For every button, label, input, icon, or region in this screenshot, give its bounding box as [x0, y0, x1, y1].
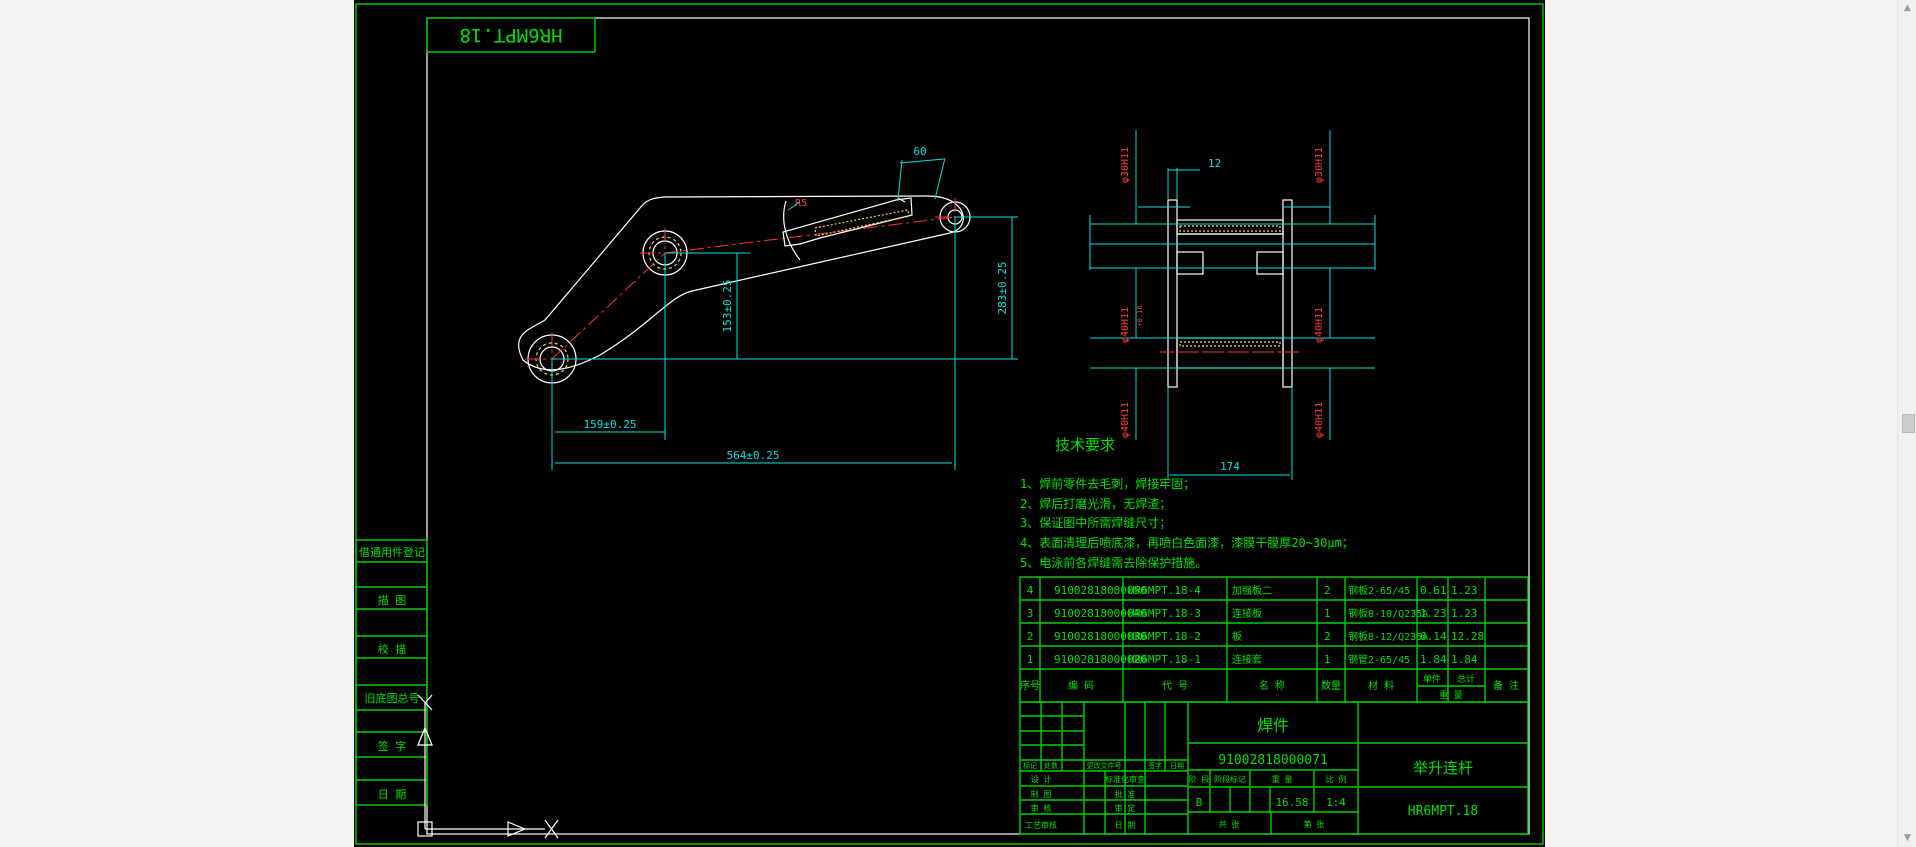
dim-width-inner: 159±0.25 [584, 418, 637, 431]
bom-row-1-total: 1.84 [1451, 653, 1478, 666]
dim-bore-top-right: φ30H11 [1314, 147, 1325, 183]
bom-header-seq: 序号 [1020, 679, 1040, 692]
bom-row-2-drawing: HR6MPT.18-2 [1128, 630, 1201, 643]
bom-header-note: 备 注 [1493, 679, 1519, 692]
scroll-down-arrow-icon[interactable]: ▼ [1898, 830, 1916, 847]
bom-row-4-seq: 4 [1027, 584, 1034, 597]
title-drawing-no: HR6MPT.18 [1408, 804, 1478, 819]
bom-header-name: 名 称 [1259, 679, 1285, 692]
bom-row-2-seq: 2 [1027, 630, 1034, 643]
side-label-1: 描 图 [378, 593, 407, 607]
bom-header-weight: 重 量 [1439, 689, 1462, 701]
bom-row-3-total: 1.23 [1451, 607, 1478, 620]
dim-width-outer: 564±0.25 [727, 449, 780, 462]
dim-section-bottom: 174 [1220, 460, 1240, 473]
dim-bore-mid-left: φ40H11 [1120, 307, 1131, 343]
bom-row-3-unit: 1.23 [1420, 607, 1447, 620]
title-part-name: 举升连杆 [1413, 759, 1473, 777]
meta-header-1: 阶段标记 [1214, 774, 1246, 784]
side-label-0: 借通用件登记 [359, 545, 425, 559]
meta-header-0: 阶 段 [1189, 774, 1210, 784]
bom-row-4-total: 1.23 [1451, 584, 1478, 597]
sheet-label-1: 第 张 [1304, 819, 1325, 829]
rev-label-3: 签字 [1148, 761, 1162, 770]
bom-row-3-qty: 1 [1324, 607, 1331, 620]
requirements-title: 技术要求 [1055, 436, 1115, 454]
vertical-scrollbar[interactable]: ▲ ▼ [1897, 0, 1916, 847]
meta-header-2: 重 量 [1272, 774, 1293, 784]
bom-row-1-qty: 1 [1324, 653, 1331, 666]
mirrored-stamp-text: HR6MPT.18 [460, 24, 563, 46]
bom-row-4-material: 钢板2-65/45 [1348, 584, 1410, 597]
bom-row-3-name: 连接板 [1232, 607, 1262, 620]
bom-row-3-seq: 3 [1027, 607, 1034, 620]
side-label-3: 旧底图总号 [365, 691, 420, 705]
bom-row-2-total: 12.28 [1451, 630, 1484, 643]
cad-drawing[interactable]: HR6MPT.18 借通用件登记 描 图 校 描 旧底图总号 签 字 日 期 6… [0, 0, 1897, 847]
bom-row-1-name: 连接套 [1232, 653, 1262, 666]
cad-viewport[interactable]: HR6MPT.18 借通用件登记 描 图 校 描 旧底图总号 签 字 日 期 6… [0, 0, 1897, 847]
dim-angle-top: 60 [913, 145, 926, 158]
scrollbar-thumb[interactable] [1902, 414, 1915, 433]
bom-header-unit: 单件 [1423, 673, 1441, 685]
side-label-2: 校 描 [378, 642, 407, 656]
requirement-5: 5、电泳前各焊缝需去除保护措施。 [1020, 555, 1207, 570]
requirement-3: 3、保证图中所需焊缝尺寸； [1020, 515, 1171, 530]
bom-header-qty: 数量 [1321, 679, 1341, 692]
dim-bore-bot-left: φ40H11 [1120, 402, 1131, 438]
bom-row-4-name: 加强板二 [1232, 584, 1272, 597]
bom-row-1-material: 钢管2-65/45 [1348, 653, 1410, 666]
row-label-2: 审 核 [1031, 803, 1052, 813]
title-scale: 1:4 [1326, 796, 1346, 809]
bom-row-2-name: 板 [1232, 630, 1242, 643]
side-label-4: 签 字 [378, 739, 407, 753]
bom-row-1-unit: 1.84 [1420, 653, 1447, 666]
dim-bore-bot-right: φ40H11 [1314, 402, 1325, 438]
bom-row-4-drawing: HR6MPT.18-4 [1128, 584, 1201, 597]
mid-label-3: 日 期 [1115, 821, 1136, 830]
bom-header-code: 编 码 [1068, 679, 1094, 692]
bom-header-drawing: 代 号 [1162, 680, 1188, 692]
bom-row-4-qty: 2 [1324, 584, 1331, 597]
mid-label-2: 审 定 [1115, 803, 1136, 813]
sheet-label-0: 共 张 [1219, 820, 1240, 829]
requirement-2: 2、焊后打磨光滑，无焊渣； [1020, 496, 1171, 511]
dim-bore-mid-right: φ40H11 [1314, 307, 1325, 343]
bom-row-1-drawing: HR6MPT.18-1 [1128, 653, 1201, 666]
title-code: 91002818000071 [1218, 753, 1328, 768]
rev-label-4: 日期 [1170, 762, 1184, 770]
title-part-type: 焊件 [1257, 716, 1289, 735]
bom-row-2-qty: 2 [1324, 630, 1331, 643]
dim-radius: R5 [795, 198, 807, 209]
requirement-1: 1、焊前零件去毛刺，焊接牢固； [1020, 476, 1195, 491]
rev-label-1: 处数 [1044, 761, 1058, 770]
bom-row-4-unit: 0.61 [1420, 584, 1447, 597]
dim-height-outer: 283±0.25 [996, 262, 1009, 315]
dim-section-top: 12 [1208, 157, 1221, 170]
drawing-sheet [354, 0, 1545, 847]
row-label-0: 设 计 [1031, 774, 1052, 784]
rev-label-0: 标记 [1023, 761, 1037, 770]
row-label-3: 工艺审核 [1025, 820, 1057, 830]
bom-row-2-material: 钢板8-12/Q235A [1348, 630, 1428, 643]
bom-row-1-seq: 1 [1027, 653, 1034, 666]
side-label-5: 日 期 [378, 788, 407, 801]
dim-tolerance-label: +0.16 [1136, 305, 1144, 326]
title-stage-mark: B [1196, 796, 1203, 809]
meta-header-3: 比 例 [1326, 774, 1347, 784]
scroll-up-arrow-icon[interactable]: ▲ [1898, 0, 1916, 17]
bom-header-total: 总计 [1457, 673, 1475, 685]
rev-label-2: 更改文件号 [1087, 761, 1122, 770]
requirement-4: 4、表面清理后喷底漆，再喷白色面漆，漆膜干膜厚20~30μm； [1020, 535, 1354, 550]
bom-header-material: 材 料 [1368, 679, 1394, 692]
dim-bore-top-left: φ30H11 [1120, 147, 1131, 183]
mid-label-1: 批 准 [1115, 789, 1136, 799]
bom-row-3-material: 钢板8-10/Q235A [1348, 607, 1428, 620]
title-mass: 16.58 [1275, 796, 1308, 809]
bom-row-3-drawing: HR6MPT.18-3 [1128, 607, 1201, 620]
row-label-1: 制 图 [1031, 789, 1052, 799]
bom-row-2-unit: 6.14 [1420, 630, 1447, 643]
dim-height-inner: 153±0.25 [721, 280, 734, 333]
mid-label-0: 标准化审查 [1105, 774, 1145, 784]
